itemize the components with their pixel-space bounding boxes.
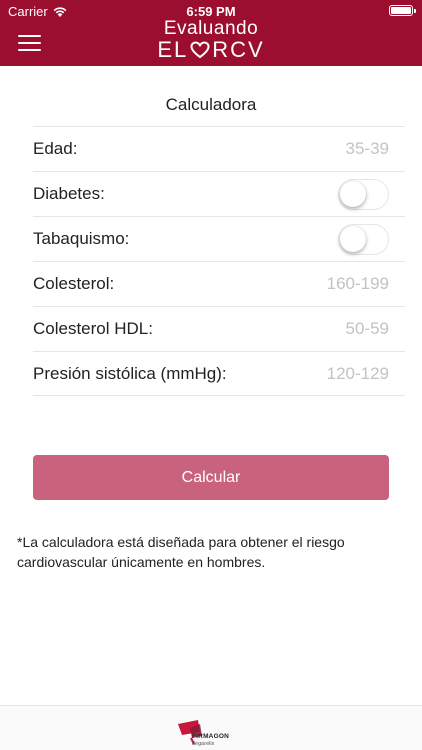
logo-line1: Evaluando	[163, 18, 259, 39]
field-edad[interactable]: Edad: 35-39	[33, 126, 405, 171]
calculate-button[interactable]: Calcular	[33, 455, 389, 500]
diabetes-toggle[interactable]	[338, 178, 389, 210]
footer-sub: degarelix	[192, 741, 215, 747]
field-label: Diabetes:	[33, 184, 105, 203]
field-label: Tabaquismo:	[33, 229, 130, 248]
footer: FIRMAGON degarelix	[0, 705, 422, 750]
field-colesterol-hdl[interactable]: Colesterol HDL: 50-59	[33, 306, 405, 351]
menu-icon[interactable]	[18, 35, 41, 52]
field-presion-sistolica[interactable]: Presión sistólica (mmHg): 120-129	[33, 351, 405, 396]
field-label: Edad:	[33, 139, 78, 158]
status-time: 6:59 PM	[186, 4, 236, 19]
page-title: Calculadora	[165, 95, 257, 114]
calculator-form: Edad: 35-39 Diabetes: Tabaquismo: Colest…	[33, 126, 405, 396]
logo-line2-right: RCV	[212, 37, 265, 62]
colesterol-hdl-value[interactable]: 50-59	[346, 319, 389, 339]
app-header: Carrier 6:59 PM Evaluando EL RCV	[0, 0, 422, 66]
app-logo: Evaluando EL RCV	[150, 19, 272, 61]
field-tabaquismo: Tabaquismo:	[33, 216, 405, 261]
field-colesterol[interactable]: Colesterol: 160-199	[33, 261, 405, 306]
battery-icon	[389, 5, 416, 16]
field-label: Presión sistólica (mmHg):	[33, 363, 227, 383]
logo-line2-left: EL	[157, 37, 189, 62]
logo-line2: EL RCV	[150, 39, 272, 61]
disclaimer-text: *La calculadora está diseñada para obten…	[17, 534, 345, 570]
heart-icon	[190, 41, 210, 59]
edad-value[interactable]: 35-39	[346, 139, 389, 159]
field-diabetes: Diabetes:	[33, 171, 405, 216]
field-label: Colesterol:	[33, 274, 115, 293]
footer-brand: FIRMAGON	[192, 733, 229, 740]
field-label: Colesterol HDL:	[33, 319, 153, 338]
presion-sistolica-value[interactable]: 120-129	[327, 364, 389, 384]
tabaquismo-toggle[interactable]	[338, 223, 389, 255]
colesterol-value[interactable]: 160-199	[327, 274, 389, 294]
